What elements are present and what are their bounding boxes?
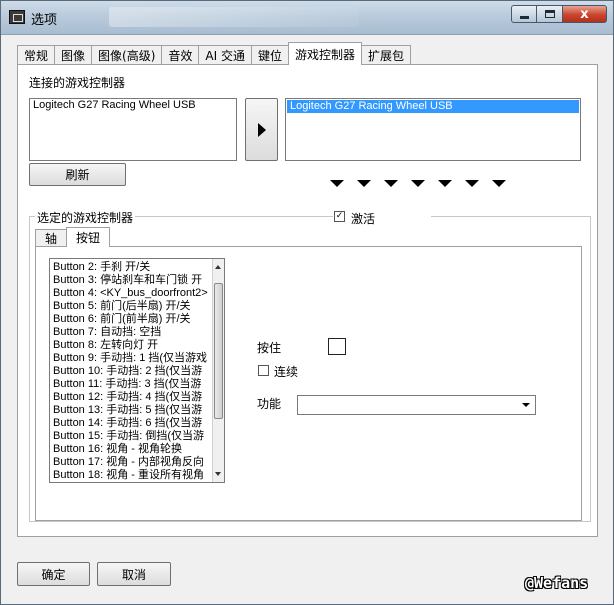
list-item[interactable]: Button 14: 手动挡: 6 挡(仅当游: [50, 417, 210, 430]
window-title: 选项: [31, 13, 58, 28]
tab-sound[interactable]: 音效: [161, 45, 200, 65]
minimize-icon: [519, 16, 529, 19]
continuous-label: 连续: [274, 365, 299, 379]
close-icon: x: [580, 6, 589, 22]
title-bar[interactable]: 选项 x: [1, 1, 613, 35]
minimize-button[interactable]: [511, 5, 537, 23]
activate-option[interactable]: ✓ 激活: [333, 209, 431, 226]
scroll-up-icon[interactable]: [215, 265, 221, 269]
list-item[interactable]: Button 4: <KY_bus_doorfront2>: [50, 287, 210, 300]
tab-add-ons[interactable]: 扩展包: [361, 45, 412, 65]
button-list-body: Button 2: 手刹 开/关 Button 3: 停站刹车和车门锁 开 Bu…: [50, 259, 224, 482]
list-item[interactable]: Button 10: 手动挡: 2 挡(仅当游: [50, 365, 210, 378]
list-item[interactable]: Button 3: 停站刹车和车门锁 开: [50, 274, 210, 287]
triangle-down-icon: [357, 180, 371, 187]
triangle-down-icon: [492, 180, 506, 187]
list-item[interactable]: Button 12: 手动挡: 4 挡(仅当游: [50, 391, 210, 404]
triangle-down-icon: [330, 180, 344, 187]
controller-slot-markers: [330, 180, 519, 187]
arrow-right-icon: [257, 122, 266, 137]
function-label: 功能: [257, 397, 282, 411]
tab-buttons[interactable]: 按钮: [66, 227, 111, 247]
hold-key-box[interactable]: [328, 338, 346, 355]
transfer-button[interactable]: [245, 98, 278, 161]
title-bar-glare: [109, 7, 359, 27]
tab-game-controllers[interactable]: 游戏控制器: [288, 42, 363, 65]
ok-button[interactable]: 确定: [17, 562, 90, 586]
watermark-text: @Wefans: [525, 574, 589, 592]
tab-axes[interactable]: 轴: [35, 229, 68, 247]
selected-controllers-list[interactable]: Logitech G27 Racing Wheel USB: [285, 98, 581, 161]
window-controls: x: [511, 5, 607, 23]
options-window: 选项 x 常规 图像 图像(高级) 音效 AI 交通 键位 游戏控制器 扩展包 …: [0, 0, 614, 605]
list-item[interactable]: Button 2: 手刹 开/关: [50, 261, 210, 274]
activate-checkbox[interactable]: ✓: [334, 211, 345, 222]
triangle-down-icon: [384, 180, 398, 187]
tab-general[interactable]: 常规: [17, 45, 56, 65]
list-item[interactable]: Button 7: 自动挡: 空挡: [50, 326, 210, 339]
list-item[interactable]: Button 15: 手动挡: 倒挡(仅当游: [50, 430, 210, 443]
refresh-button[interactable]: 刷新: [29, 163, 126, 186]
list-item[interactable]: Button 9: 手动挡: 1 挡(仅当游戏: [50, 352, 210, 365]
function-select[interactable]: [297, 395, 536, 415]
chevron-down-icon[interactable]: [518, 397, 534, 413]
list-item[interactable]: Button 17: 视角 - 内部视角反向: [50, 456, 210, 469]
button-list-scrollbar[interactable]: [212, 259, 224, 482]
selected-controller-title: 选定的游戏控制器: [35, 209, 136, 226]
list-item[interactable]: Button 11: 手动挡: 3 挡(仅当游: [50, 378, 210, 391]
tab-keys[interactable]: 键位: [251, 45, 290, 65]
close-button[interactable]: x: [563, 5, 607, 23]
list-item[interactable]: Button 6: 前门(前半扇) 开/关: [50, 313, 210, 326]
list-item[interactable]: Button 13: 手动挡: 5 挡(仅当游: [50, 404, 210, 417]
available-controllers-list[interactable]: Logitech G27 Racing Wheel USB: [29, 98, 237, 161]
list-item[interactable]: Button 5: 前门(后半扇) 开/关: [50, 300, 210, 313]
tab-ai-traffic[interactable]: AI 交通: [198, 45, 252, 65]
activate-label: 激活: [351, 212, 376, 226]
cancel-button[interactable]: 取消: [97, 562, 171, 586]
continuous-checkbox[interactable]: [258, 365, 269, 376]
scroll-thumb[interactable]: [214, 283, 223, 419]
list-item[interactable]: Logitech G27 Racing Wheel USB: [30, 99, 236, 112]
controller-subtabs: 轴 按钮: [35, 227, 111, 247]
tab-graphics-advanced[interactable]: 图像(高级): [91, 45, 163, 65]
triangle-down-icon: [411, 180, 425, 187]
button-assignments-list[interactable]: Button 2: 手刹 开/关 Button 3: 停站刹车和车门锁 开 Bu…: [49, 258, 225, 483]
list-item[interactable]: Button 8: 左转向灯 开: [50, 339, 210, 352]
triangle-down-icon: [438, 180, 452, 187]
maximize-icon: [544, 10, 555, 18]
triangle-down-icon: [465, 180, 479, 187]
hold-label: 按住: [257, 341, 282, 355]
scroll-down-icon[interactable]: [215, 472, 221, 476]
list-item[interactable]: Button 16: 视角 - 视角轮换: [50, 443, 210, 456]
app-window-icon: [9, 10, 25, 24]
connected-controllers-label: 连接的游戏控制器: [29, 76, 126, 90]
check-mark-icon: ✓: [335, 211, 344, 221]
list-item[interactable]: Button 18: 视角 - 重设所有视角: [50, 469, 210, 482]
tab-graphics[interactable]: 图像: [54, 45, 93, 65]
list-item[interactable]: Logitech G27 Racing Wheel USB: [287, 100, 579, 113]
maximize-button[interactable]: [537, 5, 563, 23]
options-tabs: 常规 图像 图像(高级) 音效 AI 交通 键位 游戏控制器 扩展包: [17, 42, 412, 65]
